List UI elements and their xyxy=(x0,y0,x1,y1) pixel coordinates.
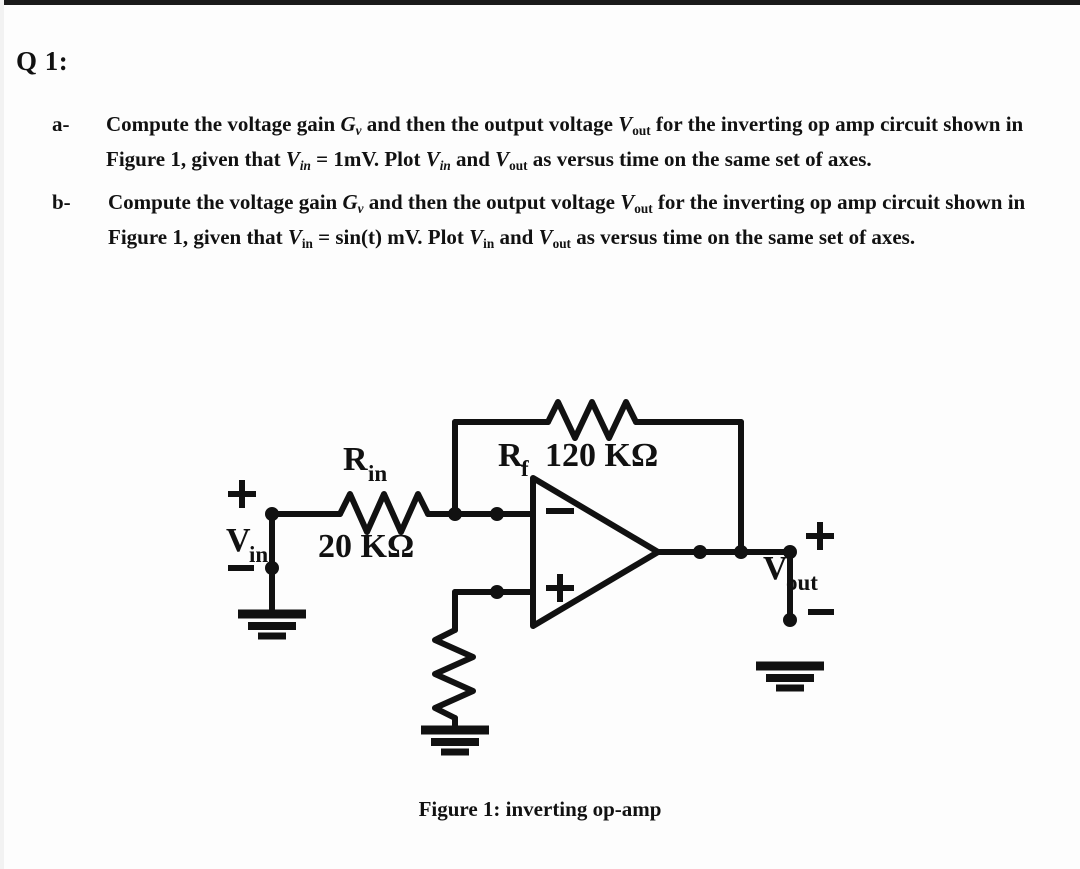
qb-line1-mid: and then the output voltage xyxy=(363,190,621,214)
qa-vout-sub: out xyxy=(632,122,651,138)
question-marker-b: b- xyxy=(52,190,71,214)
label-rin-name: R xyxy=(343,441,368,478)
node-noninverting-pin xyxy=(490,585,504,599)
circuit-figure: R f 120 KΩ R in 20 KΩ V in V out xyxy=(0,380,1080,780)
document-page: Q 1: a- Compute the voltage gain Gv and … xyxy=(0,0,1080,869)
question-marker-a: a- xyxy=(52,112,70,136)
qa-vin-sub-2: in xyxy=(439,157,451,173)
qb-vout-sub: out xyxy=(634,200,653,216)
qb-and: and xyxy=(494,225,539,249)
qa-line1-mid: and then the output voltage xyxy=(361,112,619,136)
qb-gain-sub: v xyxy=(357,200,364,216)
qa-vout-sub-2: out xyxy=(509,157,528,173)
qb-vin-symbol-1: V xyxy=(287,225,302,249)
qa-line1-pre: Compute the voltage gain xyxy=(106,112,341,136)
qb-vout-symbol: V xyxy=(620,190,635,214)
scan-edge-top xyxy=(0,0,1080,5)
question-body-a: Compute the voltage gain Gv and then the… xyxy=(106,108,1052,178)
resistor-bias-zigzag xyxy=(432,627,476,721)
qb-vin-sub-2: in xyxy=(483,235,495,251)
node-vout-negative xyxy=(783,613,797,627)
question-item-a: a- Compute the voltage gain Gv and then … xyxy=(52,108,1052,178)
qa-vout-symbol-2: V xyxy=(495,147,510,171)
inverting-opamp-schematic: R f 120 KΩ R in 20 KΩ V in V out xyxy=(226,399,834,756)
label-vin-sub: in xyxy=(249,542,268,567)
label-rf-value: 120 KΩ xyxy=(545,437,658,474)
node-output-mid xyxy=(693,545,707,559)
label-vout-name: V xyxy=(763,550,788,587)
qa-equals: = xyxy=(310,147,334,171)
node-vin-positive xyxy=(265,507,279,521)
ground-symbol-bias xyxy=(421,725,489,756)
qb-value: sin(t) mV xyxy=(335,225,418,249)
qb-line2-mid: . Plot xyxy=(417,225,470,249)
resistor-rin-zigzag xyxy=(337,491,431,535)
qa-line2-mid: . Plot xyxy=(373,147,426,171)
label-vout-sub: out xyxy=(786,570,818,595)
label-rf-sub: f xyxy=(521,456,529,481)
qb-line1-pre: Compute the voltage gain xyxy=(108,190,343,214)
qa-line2-post: as versus time on the xyxy=(527,147,720,171)
qa-vin-sub-1: in xyxy=(299,157,311,173)
question-item-b: b- Compute the voltage gain Gv and then … xyxy=(52,186,1052,256)
label-rin-sub: in xyxy=(368,461,387,486)
ground-symbol-vout xyxy=(756,661,824,692)
opamp-pin-marks xyxy=(546,508,574,602)
qb-vout-symbol-2: V xyxy=(538,225,553,249)
qb-gain-symbol: G xyxy=(342,190,358,214)
qa-vin-symbol-2: V xyxy=(425,147,440,171)
opamp-triangle xyxy=(530,475,661,629)
qa-line1-post: for the inverting op amp xyxy=(650,112,875,136)
label-rf-name: R xyxy=(498,437,523,474)
qb-line3: the same set of axes. xyxy=(734,225,916,249)
node-inverting-junction xyxy=(448,507,462,521)
question-list: a- Compute the voltage gain Gv and then … xyxy=(52,108,1052,264)
qb-line1-post: for the inverting op amp xyxy=(652,190,877,214)
qa-vin-symbol-1: V xyxy=(285,147,300,171)
ground-symbol-vin xyxy=(238,568,306,640)
question-body-b: Compute the voltage gain Gv and then the… xyxy=(108,186,1052,256)
qa-and: and xyxy=(450,147,496,171)
qa-value: 1mV xyxy=(333,147,374,171)
qa-line3: same set of axes. xyxy=(724,147,872,171)
page-title: Q 1: xyxy=(16,46,69,76)
qa-gain-sub: v xyxy=(355,122,362,138)
node-output-feedback xyxy=(734,545,748,559)
figure-caption: Figure 1: inverting op-amp xyxy=(418,797,662,821)
qa-gain-symbol: G xyxy=(340,112,356,136)
label-vin-name: V xyxy=(226,522,251,559)
resistor-rf-zigzag xyxy=(545,399,639,441)
qb-vout-sub-2: out xyxy=(552,235,571,251)
qa-vout-symbol: V xyxy=(618,112,633,136)
qb-line2-post: as versus time on xyxy=(570,225,730,249)
qb-vin-sub-1: in xyxy=(301,235,313,251)
qb-vin-symbol-2: V xyxy=(469,225,484,249)
node-inverting-pin xyxy=(490,507,504,521)
qb-equals: = xyxy=(312,225,336,249)
label-rin-value: 20 KΩ xyxy=(318,528,414,565)
